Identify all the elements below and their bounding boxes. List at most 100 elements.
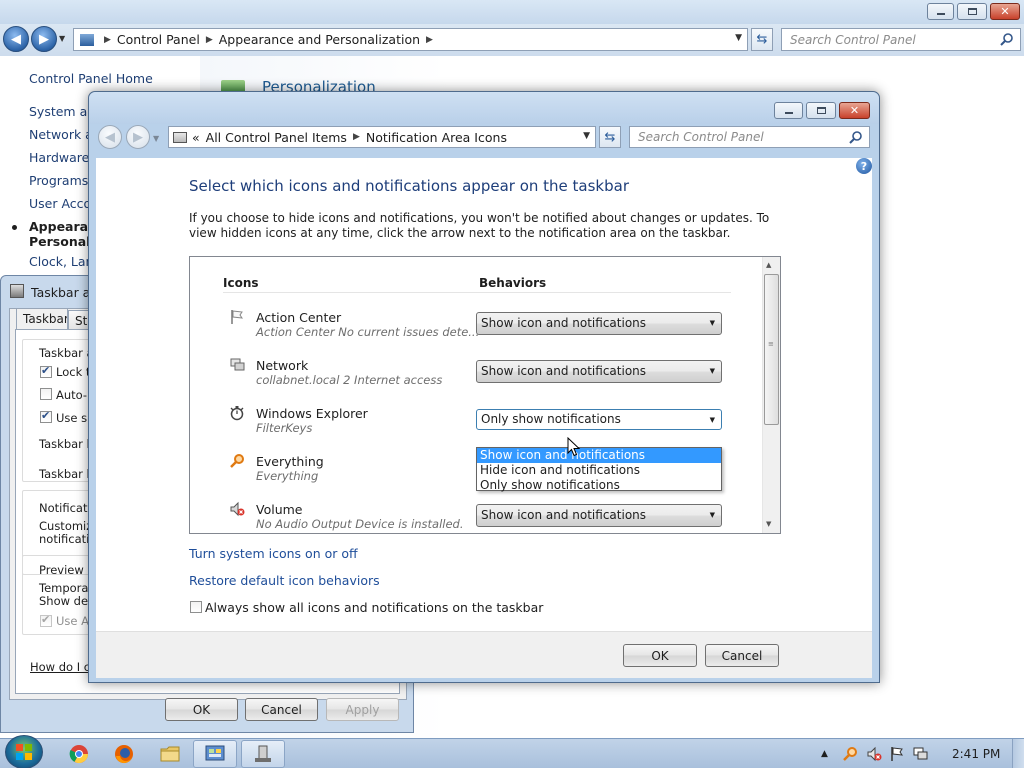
- list-item-description: Action Center No current issues dete...: [256, 325, 480, 339]
- refresh-button[interactable]: ⇆: [751, 28, 773, 51]
- everything-icon[interactable]: [842, 746, 858, 762]
- restore-button[interactable]: [806, 102, 836, 119]
- taskbar-explorer-button[interactable]: [148, 740, 192, 768]
- breadcrumb-notification-area-icons[interactable]: Notification Area Icons: [366, 130, 507, 145]
- close-icon: ✕: [1000, 5, 1010, 18]
- refresh-icon: ⇆: [604, 129, 616, 145]
- system-clock[interactable]: 2:41 PM: [952, 747, 1000, 761]
- use-aero-peek-checkbox[interactable]: [40, 613, 52, 627]
- control-panel-navbar: ◀ ▶ ▼ ▶ Control Panel ▶ Appearance and P…: [0, 24, 1024, 56]
- grip-icon: ≡: [768, 340, 774, 348]
- volume-muted-icon[interactable]: [866, 746, 882, 762]
- tab-taskbar[interactable]: Taskbar: [16, 308, 68, 330]
- autohide-checkbox[interactable]: [40, 388, 52, 400]
- scroll-down-arrow-icon[interactable]: ▼: [766, 520, 771, 528]
- cancel-button[interactable]: Cancel: [245, 698, 318, 721]
- taskbar-properties-icon: [10, 284, 24, 298]
- network-icon[interactable]: [912, 746, 929, 762]
- show-hidden-icons-arrow[interactable]: ▲: [821, 749, 828, 759]
- address-bar[interactable]: ▶ Control Panel ▶ Appearance and Persona…: [73, 28, 748, 51]
- flag-icon: [228, 308, 246, 326]
- behavior-select-windows-explorer[interactable]: Only show notifications: [476, 409, 722, 430]
- apply-button[interactable]: Apply: [326, 698, 399, 721]
- notification-area-icons-window: ✕ ◀ ▶ ▼ « All Control Panel Items ▶ Noti…: [88, 91, 880, 683]
- ok-button[interactable]: OK: [623, 644, 697, 667]
- behavior-select-volume[interactable]: Show icon and notifications: [476, 504, 722, 527]
- speaker-muted-icon: [228, 500, 246, 518]
- control-panel-home-link[interactable]: Control Panel Home: [29, 71, 153, 86]
- always-show-label: Always show all icons and notifications …: [205, 600, 544, 615]
- search-icon: [1000, 33, 1013, 46]
- minimize-icon: [784, 112, 793, 114]
- forward-arrow-icon: ▶: [39, 31, 49, 47]
- forward-arrow-icon: ▶: [133, 129, 143, 145]
- list-item-name: Action Center: [256, 310, 342, 325]
- behavior-select-action-center[interactable]: Show icon and notifications: [476, 312, 722, 335]
- list-item-description: collabnet.local 2 Internet access: [256, 373, 443, 387]
- control-panel-icon: [173, 131, 187, 143]
- search-input[interactable]: Search Control Panel: [781, 28, 1021, 51]
- search-icon: [849, 131, 862, 144]
- show-desktop-button[interactable]: [1012, 739, 1024, 768]
- always-show-checkbox[interactable]: [190, 601, 202, 613]
- recent-pages-dropdown[interactable]: ▼: [59, 34, 65, 43]
- vertical-scrollbar[interactable]: ▲ ≡ ▼: [762, 257, 780, 533]
- help-icon[interactable]: ?: [856, 158, 872, 174]
- dropdown-option-show-icon[interactable]: Show icon and notifications: [477, 448, 721, 463]
- list-item-name: Windows Explorer: [256, 406, 368, 421]
- restore-icon: [816, 107, 826, 114]
- dropdown-option-hide-icon[interactable]: Hide icon and notifications: [477, 463, 721, 478]
- close-icon: ✕: [849, 104, 860, 117]
- window-content: ? Select which icons and notifications a…: [96, 158, 872, 631]
- window-titlebar: ✕: [89, 92, 879, 124]
- taskbar-control-panel-button[interactable]: [193, 740, 237, 768]
- scroll-up-arrow-icon[interactable]: ▲: [766, 261, 771, 269]
- minimize-button[interactable]: [927, 3, 954, 20]
- window-footer: OK Cancel: [96, 631, 872, 678]
- list-item-name: Everything: [256, 454, 324, 469]
- search-placeholder: Search Control Panel: [638, 130, 764, 144]
- forward-button[interactable]: ▶: [126, 125, 150, 149]
- breadcrumb-separator-icon: ▶: [205, 34, 213, 45]
- back-arrow-icon: ◀: [11, 31, 21, 47]
- turn-system-icons-link[interactable]: Turn system icons on or off: [189, 546, 358, 561]
- sidebar-item-programs[interactable]: Programs: [29, 173, 88, 188]
- action-center-flag-icon[interactable]: [889, 746, 905, 762]
- back-button[interactable]: ◀: [3, 26, 29, 52]
- scrollbar-thumb[interactable]: ≡: [764, 274, 779, 425]
- search-input[interactable]: Search Control Panel: [629, 126, 870, 148]
- forward-button[interactable]: ▶: [31, 26, 57, 52]
- behavior-select-network[interactable]: Show icon and notifications: [476, 360, 722, 383]
- windows-taskbar: ▲ 2:41 PM: [0, 735, 1024, 768]
- close-button[interactable]: ✕: [839, 102, 870, 119]
- restore-defaults-link[interactable]: Restore default icon behaviors: [189, 573, 380, 588]
- chrome-icon: [69, 745, 88, 764]
- address-dropdown-icon[interactable]: ▼: [583, 131, 590, 141]
- back-button[interactable]: ◀: [98, 125, 122, 149]
- taskbar-firefox-button[interactable]: [102, 740, 146, 768]
- breadcrumb-all-items[interactable]: All Control Panel Items: [206, 130, 347, 145]
- minimize-button[interactable]: [774, 102, 803, 119]
- close-button[interactable]: ✕: [990, 3, 1020, 20]
- dropdown-option-only-notifications[interactable]: Only show notifications: [477, 478, 721, 493]
- recent-pages-dropdown[interactable]: ▼: [153, 134, 159, 143]
- small-icons-checkbox[interactable]: [40, 409, 52, 423]
- start-button[interactable]: [5, 735, 43, 768]
- taskbar-properties-button[interactable]: [241, 740, 285, 768]
- breadcrumb-control-panel[interactable]: Control Panel: [117, 32, 200, 47]
- address-bar[interactable]: « All Control Panel Items ▶ Notification…: [168, 126, 596, 148]
- back-arrow-icon: ◀: [105, 129, 115, 145]
- lock-taskbar-checkbox[interactable]: [40, 364, 52, 378]
- breadcrumb-overflow[interactable]: «: [192, 130, 200, 145]
- cancel-button[interactable]: Cancel: [705, 644, 779, 667]
- address-dropdown-icon[interactable]: ▼: [735, 33, 742, 43]
- breadcrumb-appearance[interactable]: Appearance and Personalization: [219, 32, 420, 47]
- taskbar-chrome-button[interactable]: [57, 740, 101, 768]
- refresh-button[interactable]: ⇆: [599, 126, 621, 148]
- restore-button[interactable]: [957, 3, 987, 20]
- restore-icon: [967, 8, 977, 15]
- folder-icon: [160, 746, 180, 762]
- refresh-icon: ⇆: [756, 32, 768, 47]
- list-item-description: Everything: [256, 469, 319, 483]
- ok-button[interactable]: OK: [165, 698, 238, 721]
